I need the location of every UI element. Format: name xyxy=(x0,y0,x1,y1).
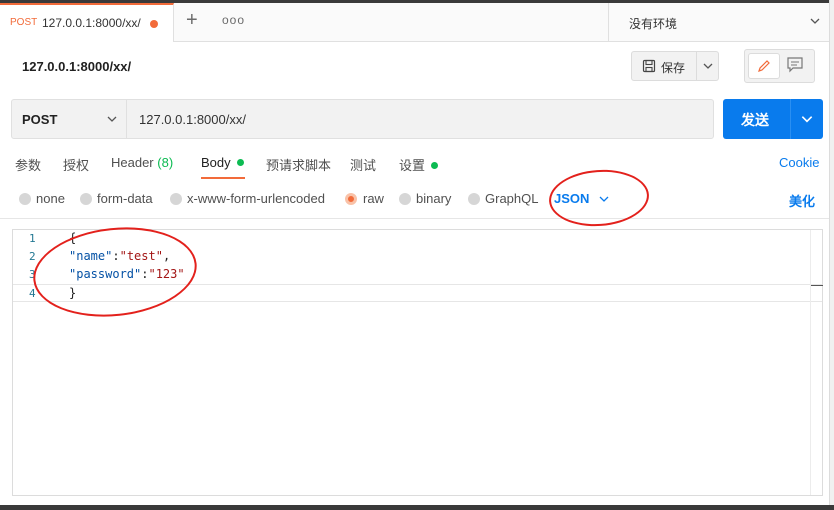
window-right-edge xyxy=(829,0,834,510)
headers-count: (8) xyxy=(157,155,174,170)
option-graphql-label[interactable]: GraphQL xyxy=(485,191,538,206)
body-indicator-dot xyxy=(236,159,244,167)
tab-headers-label: Header xyxy=(111,155,154,170)
chevron-down-icon xyxy=(107,116,117,122)
tab-auth[interactable]: 授权 xyxy=(63,155,89,174)
send-label: 发送 xyxy=(741,112,769,128)
save-button[interactable]: 保存 xyxy=(631,51,719,81)
chevron-down-icon[interactable] xyxy=(800,112,814,126)
view-mode-toggle xyxy=(744,49,815,83)
annotation-circle xyxy=(547,166,651,230)
tab-headers[interactable]: Header (8) xyxy=(111,155,173,170)
options-divider xyxy=(0,218,829,219)
radio-none[interactable] xyxy=(19,193,31,205)
radio-form-data[interactable] xyxy=(80,193,92,205)
tab-prerequest[interactable]: 预请求脚本 xyxy=(266,155,331,174)
option-form-data-label[interactable]: form-data xyxy=(97,191,153,206)
cookie-link[interactable]: Cookie xyxy=(779,155,819,170)
option-binary-label[interactable]: binary xyxy=(416,191,451,206)
radio-urlencoded[interactable] xyxy=(170,193,182,205)
active-tab-underline xyxy=(201,177,245,179)
more-tabs-icon[interactable]: ooo xyxy=(222,13,245,27)
url-bar: POST 127.0.0.1:8000/xx/ xyxy=(11,99,714,139)
chevron-down-icon[interactable] xyxy=(702,60,714,72)
unsaved-dot-icon xyxy=(150,20,158,28)
radio-raw-selected[interactable] xyxy=(345,193,357,205)
radio-binary[interactable] xyxy=(399,193,411,205)
tab-body-label: Body xyxy=(201,155,231,170)
environment-label: 没有环境 xyxy=(629,17,678,31)
chevron-down-icon xyxy=(810,18,820,24)
beautify-button[interactable]: 美化 xyxy=(789,191,815,210)
option-urlencoded-label[interactable]: x-www-form-urlencoded xyxy=(187,191,325,206)
request-tab-bar: POST 127.0.0.1:8000/xx/ + ooo 没有环境 xyxy=(0,3,829,42)
url-input[interactable]: 127.0.0.1:8000/xx/ xyxy=(139,112,246,127)
editor-scroll-gutter xyxy=(810,230,811,495)
tab-body[interactable]: Body xyxy=(201,155,244,170)
settings-indicator-dot xyxy=(431,162,439,170)
method-label: POST xyxy=(22,112,58,127)
pencil-icon xyxy=(758,60,770,72)
method-select[interactable]: POST xyxy=(12,100,127,138)
line-number: 1 xyxy=(29,232,36,245)
tab-method: POST xyxy=(10,17,38,28)
tab-settings[interactable]: 设置 xyxy=(399,155,439,174)
environment-selector[interactable]: 没有环境 xyxy=(608,3,829,42)
tab-tests[interactable]: 测试 xyxy=(350,155,376,174)
send-divider xyxy=(790,99,791,139)
save-label: 保存 xyxy=(661,61,686,75)
comment-icon[interactable] xyxy=(786,56,804,74)
send-button[interactable]: 发送 xyxy=(723,99,823,139)
tab-settings-label: 设置 xyxy=(399,158,426,173)
save-divider xyxy=(696,52,697,80)
request-title: 127.0.0.1:8000/xx/ xyxy=(22,59,132,74)
option-raw-label[interactable]: raw xyxy=(363,191,384,206)
add-tab-icon[interactable]: + xyxy=(186,9,198,32)
save-icon xyxy=(642,59,656,73)
window-bottom-edge xyxy=(0,505,834,510)
radio-graphql[interactable] xyxy=(468,193,480,205)
overview-ruler-marker xyxy=(811,285,823,286)
edit-button[interactable] xyxy=(748,53,780,79)
option-none-label[interactable]: none xyxy=(36,191,65,206)
tab-params[interactable]: 参数 xyxy=(15,155,41,174)
request-tab[interactable]: POST 127.0.0.1:8000/xx/ xyxy=(0,3,174,42)
tab-url: 127.0.0.1:8000/xx/ xyxy=(42,16,141,30)
